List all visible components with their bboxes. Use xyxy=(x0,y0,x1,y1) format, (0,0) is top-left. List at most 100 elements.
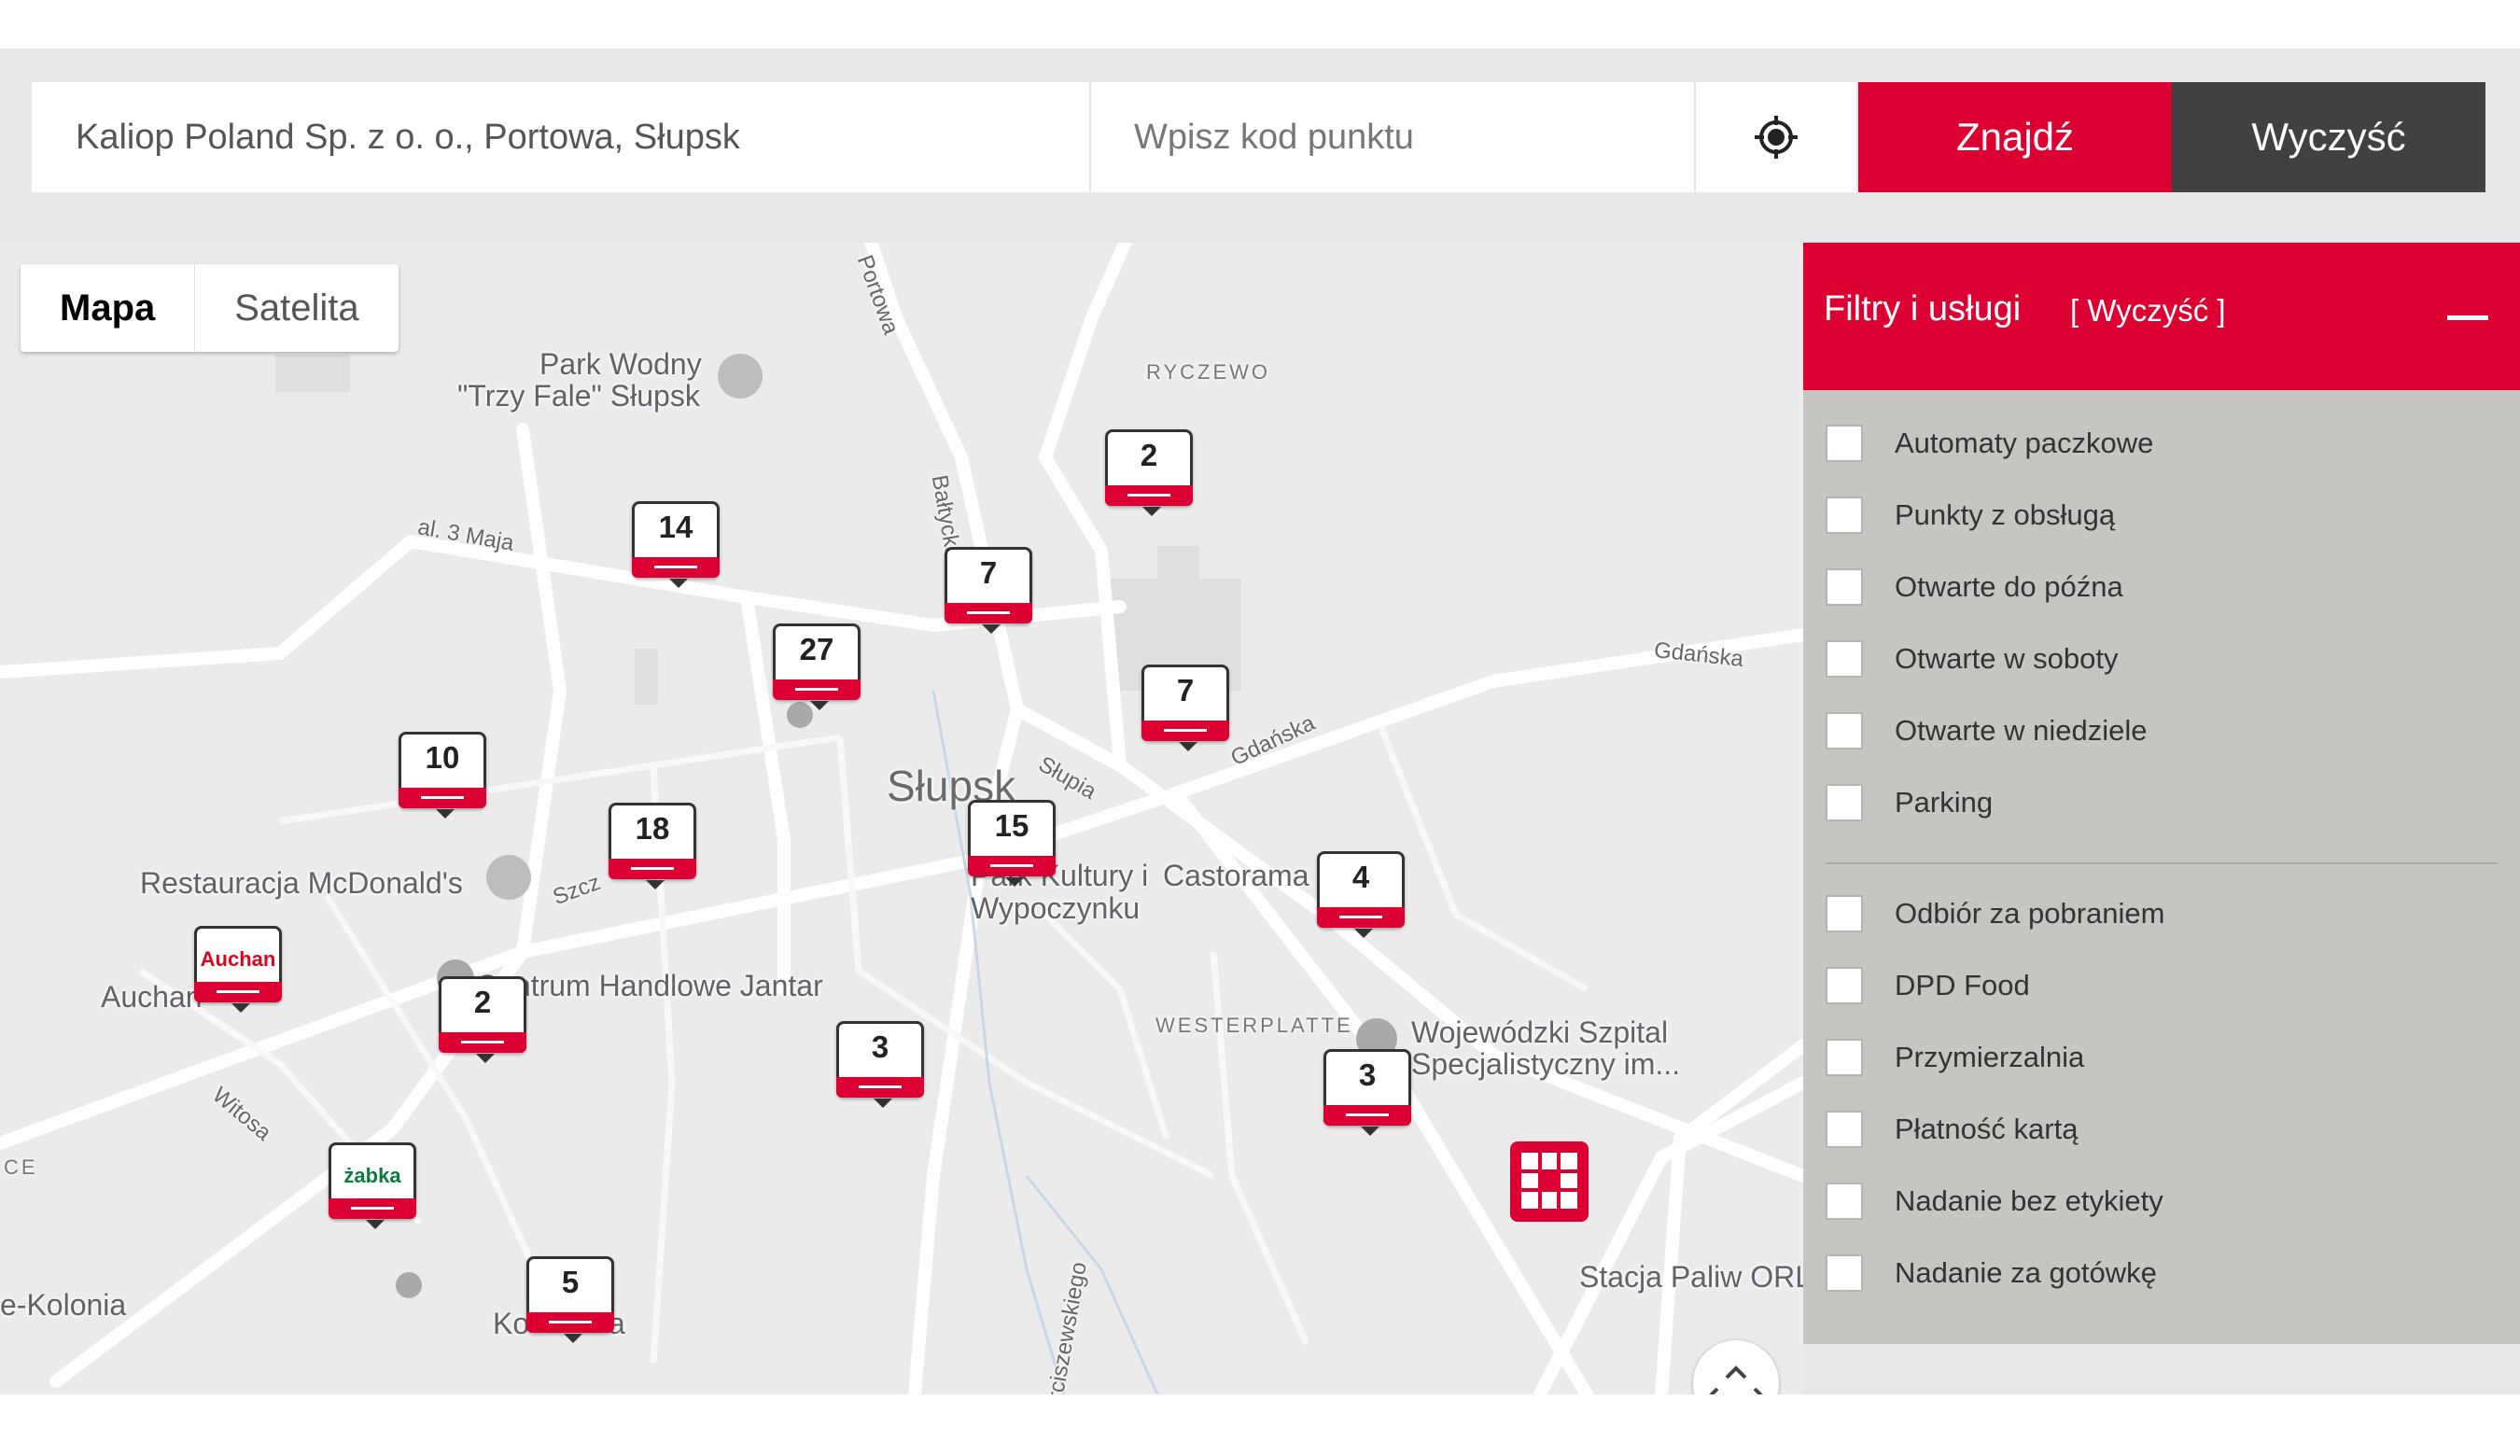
checkbox[interactable] xyxy=(1826,640,1863,678)
pickup-cluster-marker[interactable]: 2 xyxy=(1105,429,1193,516)
filter-label: DPD Food xyxy=(1895,969,2030,1001)
marker-count: 7 xyxy=(1176,673,1195,707)
marker-bar xyxy=(773,679,861,700)
expand-icon xyxy=(1709,1365,1763,1394)
filter-checkbox-item[interactable]: DPD Food xyxy=(1826,963,2030,1008)
pickup-cluster-marker[interactable]: 3 xyxy=(836,1021,924,1108)
pickup-cluster-marker[interactable]: 4 xyxy=(1317,851,1405,938)
marker-bar xyxy=(632,557,720,578)
filters-title: Filtry i usługi xyxy=(1824,289,2022,329)
marker-bar xyxy=(526,1312,614,1333)
checkbox[interactable] xyxy=(1826,425,1863,462)
filter-checkbox-item[interactable]: Punkty z obsługą xyxy=(1826,493,2115,538)
marker-bar xyxy=(1105,485,1193,506)
checkbox[interactable] xyxy=(1826,497,1863,534)
clear-button[interactable]: Wyczyść xyxy=(2172,82,2485,192)
filter-label: Punkty z obsługą xyxy=(1895,498,2116,531)
parcel-locker-marker[interactable] xyxy=(1510,1141,1589,1222)
map-type-map-button[interactable]: Mapa xyxy=(21,264,196,352)
filter-checkbox-item[interactable]: Nadanie za gotówkę xyxy=(1826,1251,2157,1295)
marker-bar xyxy=(1323,1105,1411,1126)
marker-bar xyxy=(329,1198,416,1219)
map-canvas[interactable]: Park Wodny "Trzy Fale" Słupsk RYCZEWO Po… xyxy=(0,243,1803,1394)
filters-header[interactable]: Filtry i usługi [ Wyczyść ] xyxy=(1803,243,2520,390)
marker-bar xyxy=(399,788,486,808)
locate-button[interactable] xyxy=(1696,82,1856,192)
filter-label: Otwarte w niedziele xyxy=(1895,714,2148,747)
checkbox[interactable] xyxy=(1826,1039,1863,1076)
marker-count: 5 xyxy=(561,1265,580,1299)
address-field[interactable]: Kaliop Poland Sp. z o. o., Portowa, Słup… xyxy=(32,82,1089,192)
checkbox[interactable] xyxy=(1826,568,1863,606)
checkbox[interactable] xyxy=(1826,1183,1863,1220)
poi-label: "Trzy Fale" Słupsk xyxy=(457,379,700,413)
pickup-cluster-marker[interactable]: 15 xyxy=(968,800,1056,887)
pickup-cluster-marker[interactable]: 5 xyxy=(526,1256,614,1343)
filter-checkbox-item[interactable]: Otwarte do późna xyxy=(1826,565,2123,609)
poi-label: Ko xyxy=(493,1307,530,1340)
marker-bar xyxy=(1141,721,1229,741)
poi-label: Park Wodny xyxy=(539,347,702,381)
checkbox[interactable] xyxy=(1826,1111,1863,1148)
pickup-cluster-marker[interactable]: 7 xyxy=(945,547,1032,634)
marker-count: żabka xyxy=(343,1164,401,1187)
map-type-satellite-button[interactable]: Satelita xyxy=(195,264,398,352)
pickup-cluster-marker[interactable]: 10 xyxy=(399,732,486,819)
find-button[interactable]: Znajdź xyxy=(1858,82,2172,192)
checkbox[interactable] xyxy=(1826,784,1863,821)
marker-count: 27 xyxy=(799,632,834,666)
crosshair-icon xyxy=(1755,116,1798,159)
marker-count: 18 xyxy=(635,811,670,846)
checkbox[interactable] xyxy=(1826,967,1863,1004)
filter-checkbox-item[interactable]: Nadanie bez etykiety xyxy=(1826,1179,2163,1224)
poi-label: Castorama xyxy=(1163,859,1309,892)
auchan-marker[interactable]: Auchan xyxy=(194,926,282,1013)
filter-label: Nadanie za gotówkę xyxy=(1895,1256,2157,1289)
pickup-cluster-marker[interactable]: 3 xyxy=(1323,1049,1411,1136)
filter-checkbox-item[interactable]: Płatność kartą xyxy=(1826,1107,2078,1152)
map-type-toggle: Mapa Satelita xyxy=(21,264,399,352)
checkbox[interactable] xyxy=(1826,712,1863,749)
checkbox[interactable] xyxy=(1826,895,1863,932)
fullscreen-button[interactable] xyxy=(1693,1340,1779,1394)
filters-clear-link[interactable]: [ Wyczyść ] xyxy=(2070,293,2226,329)
poi-label: Auchan xyxy=(101,980,203,1014)
marker-count: 2 xyxy=(473,985,492,1019)
filter-checkbox-item[interactable]: Otwarte w niedziele xyxy=(1826,708,2148,753)
filter-label: Odbiór za pobraniem xyxy=(1895,897,2165,930)
district-label: RYCZEWO xyxy=(1146,360,1271,384)
zabka-marker[interactable]: żabka xyxy=(329,1142,416,1229)
pickup-cluster-marker[interactable]: 7 xyxy=(1141,665,1229,751)
filter-label: Otwarte w soboty xyxy=(1895,642,2119,675)
filter-checkbox-item[interactable]: Otwarte w soboty xyxy=(1826,637,2118,681)
filter-label: Nadanie bez etykiety xyxy=(1895,1184,2163,1217)
panel-footer xyxy=(1803,1344,2520,1394)
filter-checkbox-item[interactable]: Parking xyxy=(1826,780,1993,825)
poi-label: Restauracja McDonald's xyxy=(140,866,463,900)
marker-bar xyxy=(609,859,696,879)
collapse-icon[interactable] xyxy=(2447,315,2488,320)
point-code-input[interactable] xyxy=(1091,82,1694,192)
filter-label: Parking xyxy=(1895,786,1994,819)
filter-checkbox-item[interactable]: Automaty paczkowe xyxy=(1826,421,2153,466)
marker-count: 7 xyxy=(979,555,998,590)
marker-count: 3 xyxy=(871,1029,889,1064)
filter-label: Płatność kartą xyxy=(1895,1113,2079,1145)
checkbox[interactable] xyxy=(1826,1254,1863,1292)
parcel-locker-icon xyxy=(1521,1153,1577,1209)
pickup-cluster-marker[interactable]: 14 xyxy=(632,501,720,588)
pickup-cluster-marker[interactable]: 18 xyxy=(609,803,696,889)
filter-label: Przymierzalnia xyxy=(1895,1041,2085,1073)
filter-checkbox-item[interactable]: Odbiór za pobraniem xyxy=(1826,891,2165,936)
marker-bar xyxy=(836,1077,924,1098)
pickup-cluster-marker[interactable]: 27 xyxy=(773,623,861,710)
marker-bar xyxy=(194,982,282,1002)
marker-count: 2 xyxy=(1140,438,1158,472)
marker-bar xyxy=(1317,907,1405,928)
pickup-cluster-marker[interactable]: 2 xyxy=(439,976,526,1063)
marker-count: 3 xyxy=(1358,1057,1377,1092)
marker-count: 15 xyxy=(994,808,1029,843)
poi-label: CE xyxy=(4,1155,38,1179)
marker-bar xyxy=(439,1032,526,1053)
filter-checkbox-item[interactable]: Przymierzalnia xyxy=(1826,1035,2084,1080)
